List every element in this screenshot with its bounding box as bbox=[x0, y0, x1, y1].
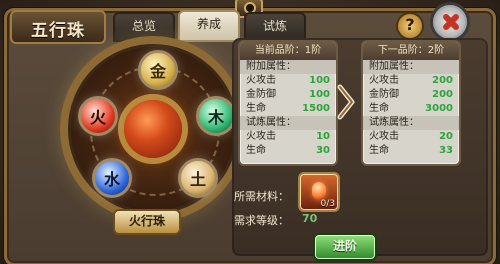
next-attr-row: 金防御 200 bbox=[363, 88, 459, 102]
metal-orb-label: 金 bbox=[149, 62, 166, 81]
current-attr-name: 金防御 bbox=[246, 89, 276, 100]
next-attr-row: 生命 3000 bbox=[363, 102, 459, 116]
material-slot[interactable]: 0/3 bbox=[298, 172, 340, 212]
next-trial-name: 火攻击 bbox=[369, 131, 399, 142]
chevron-right-svg bbox=[337, 84, 355, 120]
current-attr-row: 火攻击 100 bbox=[240, 74, 336, 88]
next-attr-name: 金防御 bbox=[369, 89, 399, 100]
current-attr-row: 金防御 100 bbox=[240, 88, 336, 102]
materials-label: 所需材料： bbox=[234, 190, 289, 203]
next-attr-value: 200 bbox=[432, 89, 453, 100]
current-tier-header: 当前品阶：1阶 bbox=[240, 42, 336, 60]
tab-cultivation-label: 养成 bbox=[196, 17, 221, 31]
material-quantity: 0/3 bbox=[320, 199, 335, 209]
current-trial-title: 试炼属性： bbox=[240, 116, 336, 130]
next-trial-title: 试炼属性： bbox=[363, 116, 459, 130]
current-attr-title: 附加属性： bbox=[240, 60, 336, 74]
current-trial-value: 30 bbox=[316, 145, 330, 156]
next-trial-row: 火攻击 20 bbox=[363, 130, 459, 144]
required-level-label: 需求等级： bbox=[234, 214, 289, 227]
fire-orb-icon[interactable]: 火 bbox=[78, 96, 118, 136]
current-attr-value: 100 bbox=[309, 75, 330, 86]
required-level-value: 70 bbox=[302, 212, 318, 225]
metal-orb-icon[interactable]: 金 bbox=[138, 50, 178, 90]
current-trial-row: 火攻击 10 bbox=[240, 130, 336, 144]
current-trial-value: 10 bbox=[316, 131, 330, 142]
water-orb-icon[interactable]: 水 bbox=[92, 158, 132, 198]
tab-overview-label: 总览 bbox=[131, 19, 156, 33]
next-attr-value: 200 bbox=[432, 75, 453, 86]
next-trial-value: 20 bbox=[439, 131, 453, 142]
game-window: 五行珠 总览 养成 试炼 ? 金 木 火 水 土 火行珠 当前品阶：1阶 附加属… bbox=[0, 0, 500, 264]
current-trial-row: 生命 30 bbox=[240, 144, 336, 158]
next-trial-value: 33 bbox=[439, 145, 453, 156]
wood-orb-label: 木 bbox=[207, 108, 224, 127]
five-elements-wheel: 金 木 火 水 土 bbox=[60, 36, 246, 222]
next-attr-row: 火攻击 200 bbox=[363, 74, 459, 88]
earth-orb-label: 土 bbox=[189, 170, 206, 189]
question-mark-icon: ? bbox=[405, 15, 415, 34]
current-attr-name: 生命 bbox=[246, 103, 266, 114]
current-trial-name: 生命 bbox=[246, 145, 266, 156]
close-button[interactable] bbox=[430, 2, 470, 42]
advance-button-label: 进阶 bbox=[332, 239, 357, 253]
current-attr-value: 100 bbox=[309, 89, 330, 100]
current-tier-card: 当前品阶：1阶 附加属性： 火攻击 100 金防御 100 生命 1500 试炼… bbox=[238, 40, 338, 166]
next-attr-name: 生命 bbox=[369, 103, 389, 114]
fire-orb-label: 火 bbox=[89, 108, 106, 127]
current-attr-value: 1500 bbox=[302, 103, 330, 114]
advance-button[interactable]: 进阶 bbox=[313, 233, 377, 261]
wood-orb-icon[interactable]: 木 bbox=[196, 96, 236, 136]
earth-orb-icon[interactable]: 土 bbox=[178, 158, 218, 198]
next-tier-card: 下一品阶：2阶 附加属性： 火攻击 200 金防御 200 生命 3000 试炼… bbox=[361, 40, 461, 166]
current-attr-row: 生命 1500 bbox=[240, 102, 336, 116]
help-button[interactable]: ? bbox=[396, 12, 424, 40]
selected-orb-label: 火行珠 bbox=[113, 209, 181, 235]
fire-orb-material-icon bbox=[312, 182, 326, 200]
next-attr-value: 3000 bbox=[425, 103, 453, 114]
current-attr-name: 火攻击 bbox=[246, 75, 276, 86]
next-attr-name: 火攻击 bbox=[369, 75, 399, 86]
next-trial-name: 生命 bbox=[369, 145, 389, 156]
current-trial-name: 火攻击 bbox=[246, 131, 276, 142]
next-tier-header: 下一品阶：2阶 bbox=[363, 42, 459, 60]
fire-core-icon bbox=[124, 100, 182, 158]
next-trial-row: 生命 33 bbox=[363, 144, 459, 158]
wheel-panel: 金 木 火 水 土 火行珠 bbox=[60, 36, 246, 235]
next-attr-title: 附加属性： bbox=[363, 60, 459, 74]
chevron-right-icon bbox=[334, 83, 356, 121]
tab-trial-label: 试炼 bbox=[262, 19, 287, 33]
water-orb-label: 水 bbox=[103, 170, 120, 189]
